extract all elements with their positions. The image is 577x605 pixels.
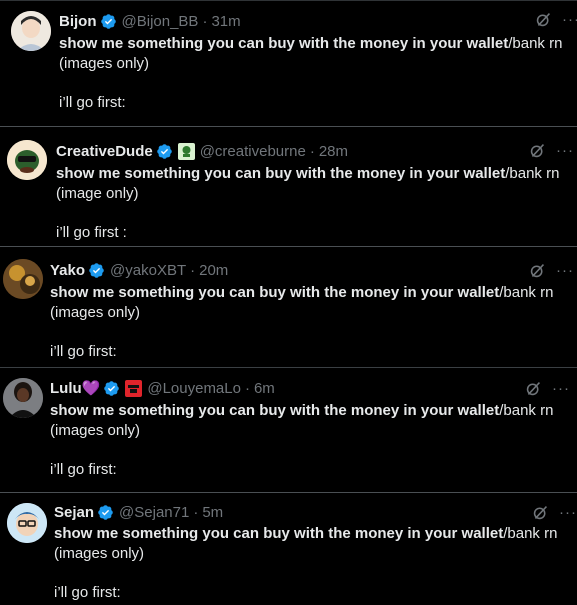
tweet[interactable]: Lulu💜 @LouyemaLo · 6m ··· show me someth… (0, 367, 577, 492)
tweet-text-line2: (images only) (50, 422, 141, 439)
grok-icon[interactable] (532, 504, 549, 521)
tweet[interactable]: Sejan @Sejan71 · 5m ··· show me somethin… (0, 492, 577, 605)
tweet[interactable]: CreativeDude @creativeburne · 28m ··· sh… (0, 126, 577, 246)
separator: · (193, 503, 199, 521)
more-options-icon[interactable]: ··· (559, 505, 577, 520)
tweet-text-line3: i’ll go first: (50, 461, 117, 478)
tweet-text: /bank rn (499, 402, 554, 419)
display-name[interactable]: Yako (50, 262, 85, 279)
more-options-icon[interactable]: ··· (562, 12, 577, 27)
separator: · (202, 12, 208, 30)
avatar[interactable] (3, 259, 43, 299)
grok-icon[interactable] (529, 142, 546, 159)
separator: · (190, 261, 196, 279)
display-name[interactable]: CreativeDude (56, 143, 153, 160)
tweet[interactable]: Yako @yakoXBT · 20m ··· show me somethin… (0, 246, 577, 367)
display-name[interactable]: Bijon (59, 13, 97, 30)
verified-badge-icon (100, 13, 117, 30)
tweet-text-bold: show me something you can buy with the m… (54, 525, 504, 542)
tweet-text: /bank rn (503, 525, 558, 542)
verified-badge-icon (103, 380, 120, 397)
tweet-text-line2: (images only) (59, 55, 150, 72)
user-handle[interactable]: @yakoXBT (110, 262, 186, 279)
tweet-text-line2: (image only) (56, 185, 139, 202)
verified-badge-icon (97, 504, 114, 521)
tweet[interactable]: Bijon @Bijon_BB · 31m ··· show me someth… (0, 0, 577, 126)
tweet-text: /bank rn (508, 35, 563, 52)
display-name[interactable]: Sejan (54, 504, 94, 521)
user-handle[interactable]: @creativeburne (200, 143, 306, 160)
timestamp[interactable]: 6m (254, 380, 275, 397)
tweet-text-bold: show me something you can buy with the m… (50, 284, 500, 301)
tweet-text: /bank rn (505, 165, 560, 182)
tweet-text-bold: show me something you can buy with the m… (59, 35, 509, 52)
tweet-text-bold: show me something you can buy with the m… (56, 165, 506, 182)
timestamp[interactable]: 28m (319, 143, 348, 160)
tweet-text-line2: (images only) (50, 304, 141, 321)
tweet-text-line2: (images only) (54, 545, 145, 562)
affiliate-badge-icon (125, 379, 143, 397)
grok-icon[interactable] (529, 262, 546, 279)
tweet-text: /bank rn (499, 284, 554, 301)
grok-icon[interactable] (535, 11, 552, 28)
grok-icon[interactable] (525, 380, 542, 397)
more-options-icon[interactable]: ··· (552, 381, 570, 396)
user-handle[interactable]: @Sejan71 (119, 504, 189, 521)
timestamp[interactable]: 31m (211, 13, 240, 30)
separator: · (309, 142, 315, 160)
tweet-text-line3: i’ll go first : (56, 224, 127, 241)
affiliate-badge-icon (177, 142, 195, 160)
more-options-icon[interactable]: ··· (556, 143, 574, 158)
tweet-text-line3: i’ll go first: (50, 343, 117, 360)
user-handle[interactable]: @LouyemaLo (147, 380, 241, 397)
avatar[interactable] (7, 140, 47, 180)
separator: · (244, 379, 250, 397)
timestamp[interactable]: 5m (202, 504, 223, 521)
tweet-text-line3: i’ll go first: (59, 94, 126, 111)
display-name[interactable]: Lulu💜 (50, 379, 100, 397)
verified-badge-icon (156, 143, 173, 160)
avatar[interactable] (11, 11, 51, 51)
tweet-text-line3: i’ll go first: (54, 584, 121, 601)
timestamp[interactable]: 20m (199, 262, 228, 279)
avatar[interactable] (7, 503, 47, 543)
avatar[interactable] (3, 378, 43, 418)
user-handle[interactable]: @Bijon_BB (122, 13, 199, 30)
tweet-text-bold: show me something you can buy with the m… (50, 402, 500, 419)
more-options-icon[interactable]: ··· (556, 263, 574, 278)
verified-badge-icon (88, 262, 105, 279)
